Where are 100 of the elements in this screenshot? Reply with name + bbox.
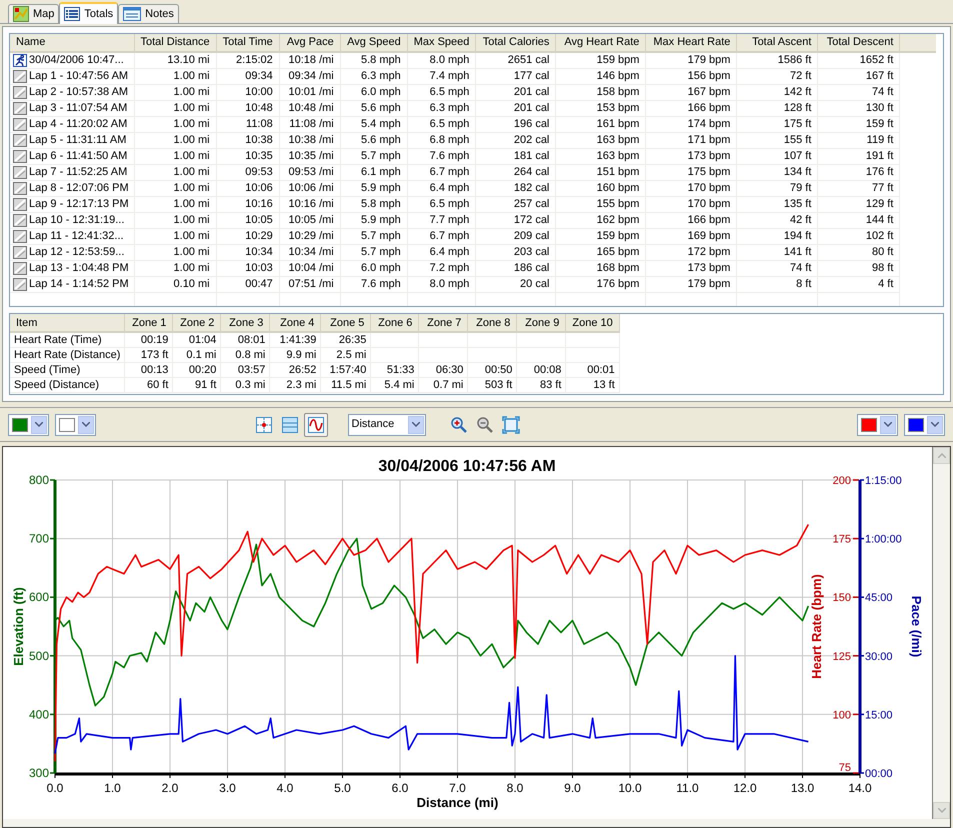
x-tick-label: 11.0: [676, 781, 699, 795]
table-cell: Speed (Time): [10, 362, 125, 378]
color-picker[interactable]: [8, 414, 49, 436]
caret-icon: [82, 422, 90, 427]
fit-icon: [502, 416, 520, 434]
table-cell: 5.4 mi: [370, 378, 419, 393]
table-cell: 10:38 /mi: [279, 132, 340, 148]
column-header[interactable]: Item: [10, 314, 125, 332]
table-cell: 159 ft: [818, 116, 900, 132]
table-cell: 10:48 /mi: [279, 100, 340, 116]
x-axis-dropdown[interactable]: Distance: [348, 414, 426, 436]
table-cell: 11.5 mi: [320, 378, 371, 393]
zoom-button[interactable]: [500, 414, 522, 436]
table-cell: 07:51 /mi: [279, 276, 340, 292]
table-cell: 5.6 mph: [340, 100, 408, 116]
column-header[interactable]: Zone 9: [516, 314, 566, 332]
column-header[interactable]: Max Speed: [407, 34, 476, 52]
column-header[interactable]: Total Distance: [134, 34, 216, 52]
column-header[interactable]: Avg Heart Rate: [556, 34, 646, 52]
color-picker[interactable]: [55, 414, 96, 436]
lap-icon: [13, 86, 27, 99]
column-header[interactable]: Zone 1: [124, 314, 173, 332]
table-cell: 161 bpm: [556, 116, 646, 132]
column-header[interactable]: Total Ascent: [736, 34, 818, 52]
color-picker[interactable]: [904, 414, 945, 436]
table-cell: 175 bpm: [646, 164, 737, 180]
table-cell: 209 cal: [476, 228, 556, 244]
tab[interactable]: Notes: [118, 4, 179, 23]
table-cell: 167 bpm: [646, 84, 737, 100]
horizontal-scrollbar[interactable]: [3, 819, 950, 827]
table-cell: 134 ft: [736, 164, 818, 180]
table-cell: Lap 8 - 12:07:06 PM: [29, 181, 129, 196]
table-cell: 5.9 mph: [340, 212, 408, 228]
column-header[interactable]: Total Descent: [818, 34, 900, 52]
table-cell: 10:16: [216, 196, 280, 212]
table-cell: Lap 12 - 12:53:59...: [29, 245, 124, 260]
table-cell: 10:05 /mi: [279, 212, 340, 228]
table-cell: 42 ft: [736, 212, 818, 228]
view-toggle-button[interactable]: [304, 412, 328, 436]
table-cell: 5.7 mph: [340, 148, 408, 164]
table-cell: 166 bpm: [646, 100, 737, 116]
table-cell: 130 ft: [818, 100, 900, 116]
table-cell: 128 ft: [736, 100, 818, 116]
tab[interactable]: Totals: [59, 2, 118, 24]
table-cell: 5.4 mph: [340, 116, 408, 132]
column-header[interactable]: Zone 6: [370, 314, 419, 332]
x-tick-label: 3.0: [219, 781, 236, 795]
table-cell: 0.7 mi: [418, 378, 468, 393]
table-cell: 60 ft: [124, 378, 173, 393]
column-header[interactable]: Zone 5: [320, 314, 371, 332]
column-header[interactable]: Avg Pace: [279, 34, 340, 52]
lap-icon: [13, 70, 27, 83]
column-header[interactable]: Zone 8: [468, 314, 517, 332]
tab[interactable]: Map: [8, 4, 60, 23]
table-cell: 20 cal: [476, 276, 556, 292]
table-cell: 175 ft: [736, 116, 818, 132]
table-cell: 8.0 mph: [407, 276, 476, 292]
column-header[interactable]: Name: [10, 34, 134, 52]
column-header[interactable]: Avg Speed: [340, 34, 408, 52]
y-tick-label: 500: [28, 648, 49, 663]
table-cell: 10:34 /mi: [279, 244, 340, 260]
table-cell: 09:34: [216, 68, 280, 84]
table-cell: 201 cal: [476, 100, 556, 116]
column-header[interactable]: Zone 4: [270, 314, 321, 332]
table-cell: 6.0 mph: [340, 84, 408, 100]
table-cell: 5.6 mph: [340, 132, 408, 148]
table-cell: 156 bpm: [646, 68, 737, 84]
table-cell: 186 cal: [476, 260, 556, 276]
table-cell: 6.3 mph: [407, 100, 476, 116]
column-header[interactable]: Zone 10: [566, 314, 620, 332]
table-cell: Lap 1 - 10:47:56 AM: [29, 69, 128, 84]
x-tick-label: 10.0: [618, 781, 642, 795]
table-cell: Heart Rate (Distance): [10, 348, 125, 363]
lap-icon: [13, 118, 27, 131]
table-cell: 00:01: [566, 362, 620, 378]
y-tick-label: 15:00: [865, 709, 893, 722]
table-cell: 173 ft: [124, 348, 173, 363]
y-tick-label: 600: [28, 590, 49, 604]
column-header[interactable]: Zone 3: [220, 314, 270, 332]
table-cell: 1:41:39: [270, 332, 321, 348]
table-cell: 1586 ft: [736, 52, 818, 68]
table-cell: Lap 5 - 11:31:11 AM: [29, 133, 126, 148]
column-header[interactable]: Max Heart Rate: [646, 34, 737, 52]
table-cell: 0.8 mi: [220, 348, 270, 363]
column-header[interactable]: Zone 7: [418, 314, 468, 332]
table-cell: 155 bpm: [556, 196, 646, 212]
table-cell: 74 ft: [736, 260, 818, 276]
column-header[interactable]: Zone 2: [172, 314, 221, 332]
table-cell: 1.00 mi: [134, 164, 216, 180]
table-cell: Lap 7 - 11:52:25 AM: [29, 165, 128, 180]
table-cell: 77 ft: [818, 180, 900, 196]
column-header[interactable]: Total Time: [216, 34, 280, 52]
table-cell: 172 cal: [476, 212, 556, 228]
table-cell: 06:30: [418, 362, 468, 378]
table-cell: 00:20: [172, 362, 221, 378]
x-tick-label: 5.0: [334, 781, 351, 795]
table-cell: 144 ft: [818, 212, 900, 228]
column-header[interactable]: Total Calories: [476, 34, 556, 52]
map-icon: [13, 6, 29, 22]
color-picker[interactable]: [857, 414, 898, 436]
